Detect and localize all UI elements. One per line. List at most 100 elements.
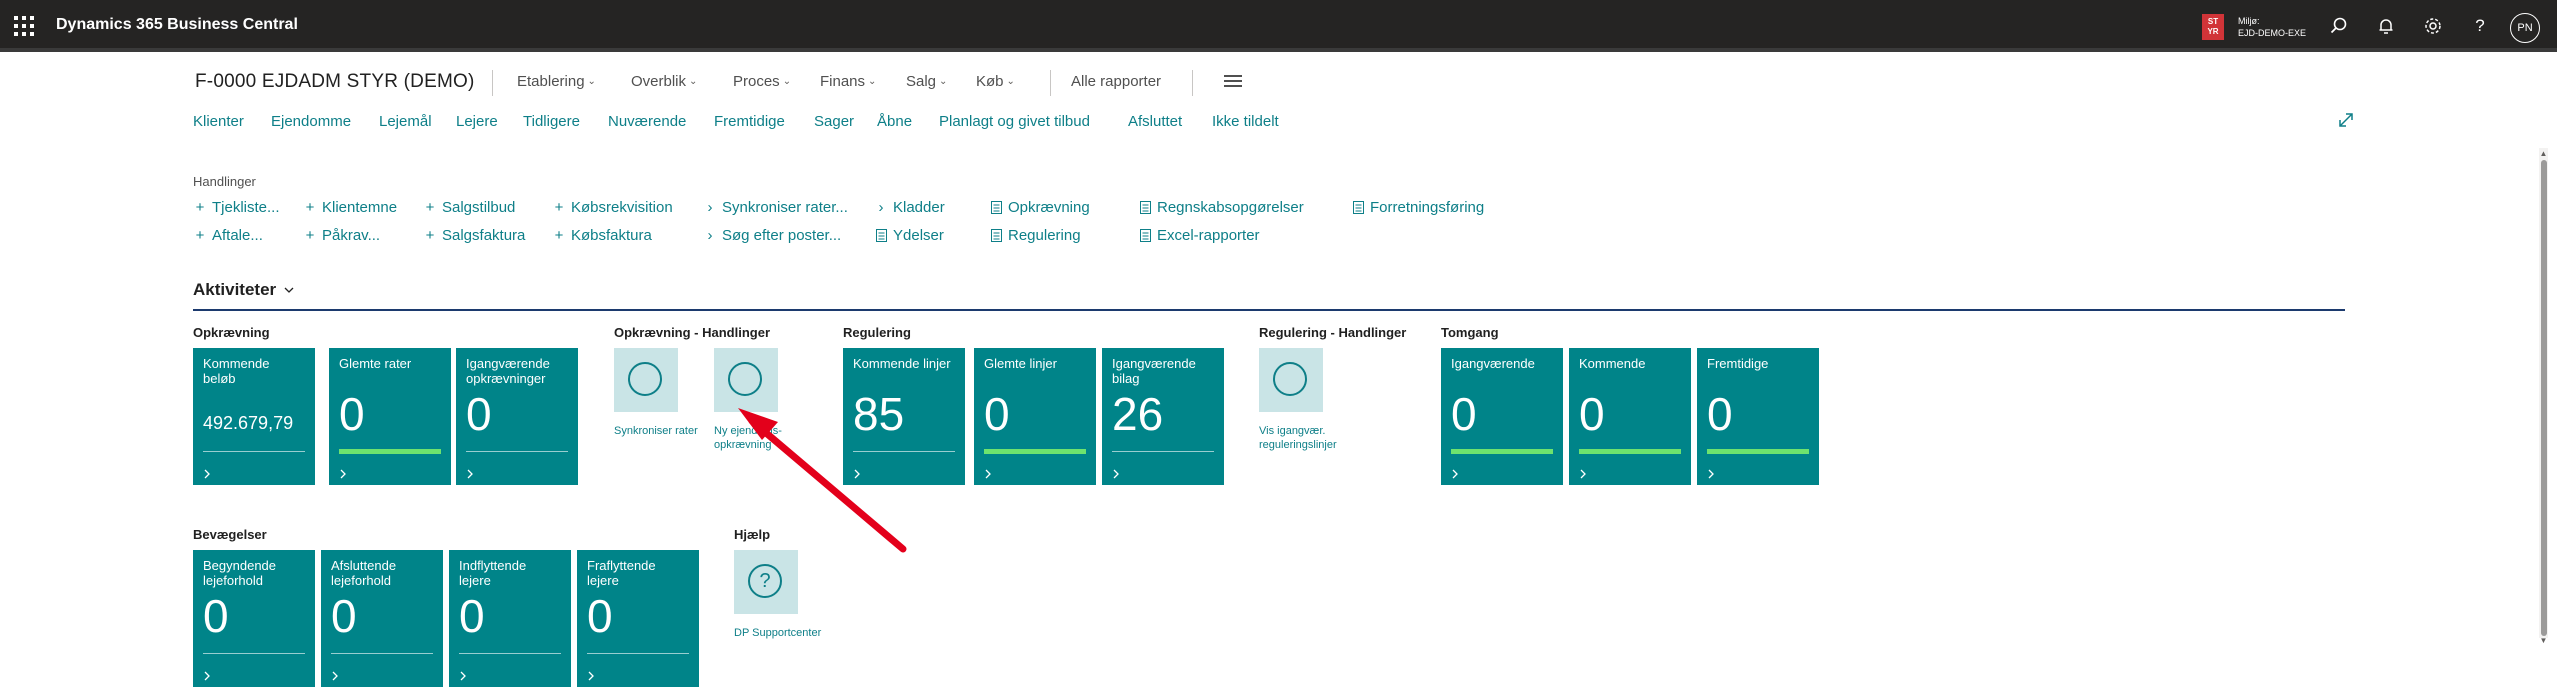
chevron-right-icon: › (707, 199, 713, 216)
action-tile-label[interactable]: Synkroniser rater (614, 424, 724, 438)
cue-tile-tomgang-kommende[interactable]: Kommende 0 (1569, 348, 1691, 485)
action-label: Regulering (1008, 227, 1081, 244)
action-tile-label[interactable]: Vis igangvær. reguleringslinjer (1259, 424, 1369, 452)
chevron-down-icon: ⌄ (587, 76, 596, 87)
action-koebsfaktura[interactable]: + Købsfaktura (552, 227, 652, 244)
menu-etablering[interactable]: Etablering ⌄ (517, 73, 596, 90)
menu-overblik[interactable]: Overblik ⌄ (631, 73, 697, 90)
cue-tile-kommende-beloeb[interactable]: Kommende beløb 492.679,79 (193, 348, 315, 485)
company-title[interactable]: F-0000 EJDADM STYR (DEMO) (195, 71, 474, 93)
action-excel-rapporter[interactable]: Excel-rapporter (1138, 227, 1260, 244)
action-klientemne[interactable]: + Klientemne (303, 199, 397, 216)
cue-value: 0 (587, 590, 613, 642)
nav-link-fremtidige[interactable]: Fremtidige (714, 113, 785, 130)
action-regnskabsopgoerelser[interactable]: Regnskabsopgørelser (1138, 199, 1304, 216)
menu-salg[interactable]: Salg ⌄ (906, 73, 947, 90)
gear-icon[interactable] (2421, 14, 2445, 38)
scroll-up-icon[interactable]: ▲ (2539, 149, 2548, 159)
cue-tile-glemte-rater[interactable]: Glemte rater 0 (329, 348, 451, 485)
chevron-right-icon (1579, 466, 1587, 479)
action-tile-vis-regulering[interactable] (1259, 348, 1323, 412)
environment-badge[interactable]: ST YR (2202, 14, 2224, 40)
document-icon (1138, 229, 1152, 243)
chevron-down-icon: ⌄ (868, 76, 877, 87)
help-icon[interactable]: ? (2468, 14, 2492, 38)
action-tile-ny-opkraevning[interactable] (714, 348, 778, 412)
document-icon (874, 229, 888, 243)
cue-tile-tomgang-igangvaerende[interactable]: Igangværende 0 (1441, 348, 1563, 485)
cue-tile-glemte-linjer[interactable]: Glemte linjer 0 (974, 348, 1096, 485)
activities-title[interactable]: Aktiviteter (193, 280, 276, 300)
app-launcher-icon[interactable] (12, 14, 36, 38)
action-tjekliste[interactable]: + Tjekliste... (193, 199, 280, 216)
nav-link-planlagt[interactable]: Planlagt og givet tilbud (939, 113, 1090, 130)
cue-title: Kommende linjer (853, 356, 951, 371)
cue-value: 0 (331, 590, 357, 642)
nav-link-lejere[interactable]: Lejere (456, 113, 498, 130)
cue-title: Fraflyttende lejere (587, 558, 656, 588)
cue-status-bar (1579, 449, 1681, 454)
action-opkraevning[interactable]: Opkrævning (989, 199, 1090, 216)
nav-link-lejemaal[interactable]: Lejemål (379, 113, 432, 130)
user-avatar[interactable]: PN (2510, 13, 2540, 43)
bell-icon[interactable] (2374, 14, 2398, 38)
action-regulering[interactable]: Regulering (989, 227, 1081, 244)
menu-proces[interactable]: Proces ⌄ (733, 73, 791, 90)
action-label: Søg efter poster... (722, 227, 842, 244)
cue-tile-begyndende-lejeforhold[interactable]: Begyndende lejeforhold 0 (193, 550, 315, 687)
action-aftale[interactable]: + Aftale... (193, 227, 263, 244)
cue-tile-tomgang-fremtidige[interactable]: Fremtidige 0 (1697, 348, 1819, 485)
action-tile-label[interactable]: Ny ejendoms-opkrævning (714, 424, 824, 452)
menu-finans[interactable]: Finans ⌄ (820, 73, 876, 90)
action-tile-label[interactable]: DP Supportcenter (734, 626, 844, 640)
search-icon[interactable] (2327, 14, 2351, 38)
document-icon (1351, 201, 1365, 215)
nav-link-ejendomme[interactable]: Ejendomme (271, 113, 351, 130)
more-menu-icon[interactable] (1224, 75, 1242, 87)
cue-tile-igangvaerende-bilag[interactable]: Igangværende bilag 26 (1102, 348, 1224, 485)
nav-link-ikke-tildelt[interactable]: Ikke tildelt (1212, 113, 1279, 130)
action-synkroniser-rater[interactable]: › Synkroniser rater... (703, 199, 848, 216)
expand-icon[interactable] (2336, 110, 2356, 130)
action-ydelser[interactable]: Ydelser (874, 227, 944, 244)
cue-status-bar (339, 449, 441, 454)
action-salgsfaktura[interactable]: + Salgsfaktura (423, 227, 526, 244)
action-koebsrekvisition[interactable]: + Købsrekvisition (552, 199, 673, 216)
action-paakrav[interactable]: + Påkrav... (303, 227, 380, 244)
action-tile-synkroniser-rater[interactable] (614, 348, 678, 412)
action-salgstilbud[interactable]: + Salgstilbud (423, 199, 516, 216)
scrollbar-thumb[interactable] (2541, 160, 2547, 636)
environment-label: Miljø: (2238, 16, 2260, 26)
action-label: Aftale... (212, 227, 263, 244)
nav-link-afsluttet[interactable]: Afsluttet (1128, 113, 1182, 130)
app-title[interactable]: Dynamics 365 Business Central (56, 16, 298, 34)
action-tile-supportcenter[interactable]: ? (734, 550, 798, 614)
cue-tile-fraflyttende-lejere[interactable]: Fraflyttende lejere 0 (577, 550, 699, 687)
action-label: Excel-rapporter (1157, 227, 1260, 244)
nav-link-nuvaerende[interactable]: Nuværende (608, 113, 686, 130)
environment-info[interactable]: Miljø: EJD-DEMO-EXE (2238, 15, 2306, 39)
chevron-down-icon[interactable] (283, 283, 295, 295)
menu-koeb[interactable]: Køb ⌄ (976, 73, 1015, 90)
plus-icon: + (554, 227, 564, 244)
nav-link-sager[interactable]: Sager (814, 113, 854, 130)
cue-tile-indflyttende-lejere[interactable]: Indflyttende lejere 0 (449, 550, 571, 687)
action-kladder[interactable]: › Kladder (874, 199, 945, 216)
cue-tile-kommende-linjer[interactable]: Kommende linjer 85 (843, 348, 965, 485)
chevron-down-icon: ⌄ (782, 76, 792, 87)
nav-link-klienter[interactable]: Klienter (193, 113, 244, 130)
group-title-tomgang: Tomgang (1441, 325, 1499, 340)
group-title-regulering: Regulering (843, 325, 911, 340)
nav-link-tidligere[interactable]: Tidligere (523, 113, 580, 130)
action-forretningsfoering[interactable]: Forretningsføring (1351, 199, 1484, 216)
nav-link-aabne[interactable]: Åbne (877, 113, 912, 130)
chevron-down-icon: ⌄ (689, 76, 698, 87)
all-reports-link[interactable]: Alle rapporter (1071, 73, 1161, 90)
cue-tile-igangvaerende-opkraevninger[interactable]: Igangværende opkrævninger 0 (456, 348, 578, 485)
menu-separator (492, 70, 493, 96)
scroll-down-icon[interactable]: ▼ (2539, 636, 2548, 646)
action-soeg-efter-poster[interactable]: › Søg efter poster... (703, 227, 842, 244)
cue-tile-afsluttende-lejeforhold[interactable]: Afsluttende lejeforhold 0 (321, 550, 443, 687)
plus-icon: + (305, 227, 315, 244)
cue-title: Glemte rater (339, 356, 412, 371)
